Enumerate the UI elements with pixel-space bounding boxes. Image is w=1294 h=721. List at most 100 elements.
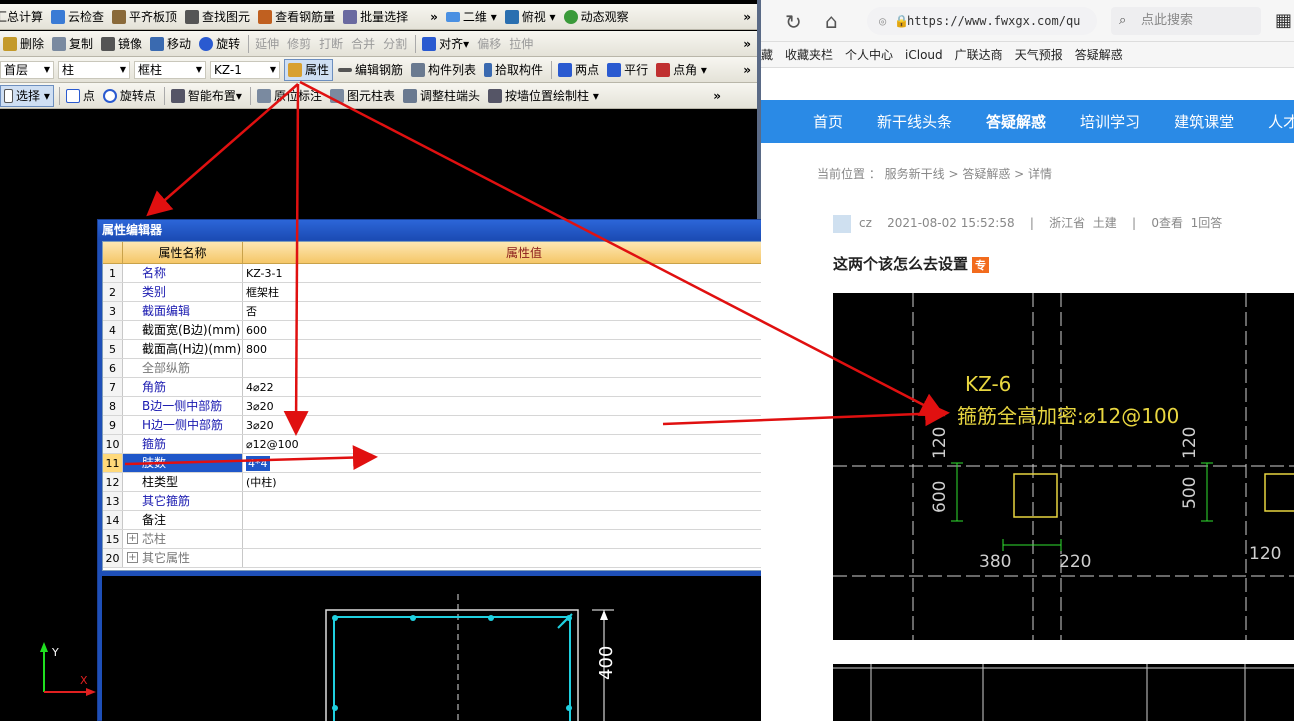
pick-component-button[interactable]: 拾取构件	[481, 59, 546, 81]
reload-icon[interactable]: ↻	[785, 10, 802, 34]
nav-item[interactable]: 新干线头条	[877, 111, 952, 132]
view-angle-dropdown[interactable]: 俯视 ▾	[502, 6, 559, 28]
cloud-check-button[interactable]: 云检查	[48, 6, 107, 28]
component-select[interactable]: KZ-1 ▼	[210, 60, 280, 79]
split-button[interactable]: 分割	[380, 33, 410, 55]
floor-select[interactable]: 首层 ▼	[0, 60, 54, 79]
property-value[interactable]: 3⌀20	[243, 397, 805, 415]
search-box[interactable]: ⌕ 点此搜索	[1111, 7, 1261, 35]
property-value[interactable]: 否	[243, 302, 805, 320]
point-button[interactable]: 点	[63, 85, 98, 107]
property-value[interactable]	[243, 359, 805, 377]
expand-icon[interactable]: +	[127, 533, 138, 544]
bookmark-item[interactable]: 藏	[761, 46, 773, 63]
apps-grid-icon[interactable]: ▦	[1275, 10, 1292, 31]
col-header-name[interactable]: 属性名称	[123, 242, 243, 263]
rotate-button[interactable]: 旋转	[196, 33, 243, 55]
nav-item[interactable]: 建筑课堂	[1174, 111, 1234, 132]
column-table-button[interactable]: 图元柱表	[327, 85, 398, 107]
align-dropdown[interactable]: 对齐 ▾	[419, 33, 472, 55]
bookmark-item[interactable]: iCloud	[905, 48, 943, 62]
flush-top-button[interactable]: 平齐板顶	[109, 6, 180, 28]
toolbar3-overflow[interactable]: »	[743, 63, 751, 77]
property-row[interactable]: 15 + 芯柱	[103, 530, 825, 549]
break-button[interactable]: 打断	[316, 33, 346, 55]
property-row[interactable]: 7 角筋 4⌀22	[103, 378, 825, 397]
property-row[interactable]: 3 截面编辑 否	[103, 302, 825, 321]
origin-mark-button[interactable]: 原位标注	[254, 85, 325, 107]
mirror-button[interactable]: 镜像	[98, 33, 145, 55]
nav-item[interactable]: 首页	[813, 111, 843, 132]
property-row[interactable]: 11 肢数 4*4···	[103, 454, 825, 473]
move-button[interactable]: 移动	[147, 33, 194, 55]
property-value[interactable]: KZ-3-1	[243, 264, 805, 282]
property-row[interactable]: 12 柱类型 (中柱)	[103, 473, 825, 492]
properties-button[interactable]: 属性	[284, 58, 334, 81]
col-header-value[interactable]: 属性值	[243, 242, 805, 263]
property-value[interactable]: 800	[243, 340, 805, 358]
adjust-end-button[interactable]: 调整柱端头	[400, 85, 483, 107]
property-value[interactable]	[243, 530, 805, 548]
trim-button[interactable]: 修剪	[284, 33, 314, 55]
nav-item[interactable]: 培训学习	[1080, 111, 1140, 132]
toolbar2-overflow[interactable]: »	[743, 37, 751, 51]
select-dropdown[interactable]: 选择 ▾	[0, 84, 54, 107]
bookmark-item[interactable]: 收藏夹栏	[785, 46, 833, 63]
bookmark-item[interactable]: 答疑解惑	[1075, 46, 1123, 63]
property-value[interactable]	[243, 549, 805, 567]
offset-button[interactable]: 偏移	[474, 33, 504, 55]
address-bar[interactable]: ◎ 🔒 https://www.fwxgx.com/qu	[867, 7, 1097, 35]
question-image[interactable]: KZ-6 箍筋全高加密:⌀12@100 120 600 380 220 120 …	[833, 293, 1294, 640]
property-value[interactable]	[243, 492, 805, 510]
property-value[interactable]: 600	[243, 321, 805, 339]
property-value[interactable]: 4⌀22	[243, 378, 805, 396]
property-row[interactable]: 5 截面高(H边)(mm) 800	[103, 340, 825, 359]
parallel-button[interactable]: 平行	[604, 59, 651, 81]
property-value[interactable]	[243, 511, 805, 529]
property-row[interactable]: 2 类别 框架柱	[103, 283, 825, 302]
view-mode-dropdown[interactable]: 二维 ▾	[443, 6, 500, 28]
bookmark-item[interactable]: 广联达商	[955, 46, 1003, 63]
smart-layout-dropdown[interactable]: 智能布置 ▾	[168, 85, 245, 107]
property-row[interactable]: 1 名称 KZ-3-1	[103, 264, 825, 283]
dynamic-view-button[interactable]: 动态观察	[561, 6, 632, 28]
property-row[interactable]: 20 + 其它属性	[103, 549, 825, 568]
find-element-button[interactable]: 查找图元	[182, 6, 253, 28]
home-icon[interactable]: ⌂	[825, 9, 838, 33]
property-row[interactable]: 4 截面宽(B边)(mm) 600	[103, 321, 825, 340]
nav-item[interactable]: 人才	[1268, 111, 1294, 132]
stretch-button[interactable]: 拉伸	[506, 33, 536, 55]
bookmark-item[interactable]: 天气预报	[1015, 46, 1063, 63]
property-value[interactable]: (中柱)	[243, 473, 805, 491]
component-list-button[interactable]: 构件列表	[408, 59, 479, 81]
category-select[interactable]: 柱 ▼	[58, 60, 130, 79]
property-row[interactable]: 9 H边一侧中部筋 3⌀20	[103, 416, 825, 435]
summary-calc-button[interactable]: 汇总计算	[0, 6, 46, 28]
copy-button[interactable]: 复制	[49, 33, 96, 55]
property-value[interactable]: 4*4···	[243, 454, 805, 472]
delete-button[interactable]: 删除	[0, 33, 47, 55]
point-angle-dropdown[interactable]: 点角 ▾	[653, 59, 710, 81]
rotate-point-button[interactable]: 旋转点	[100, 85, 159, 107]
property-row[interactable]: 8 B边一侧中部筋 3⌀20	[103, 397, 825, 416]
property-row[interactable]: 10 箍筋 ⌀12@100	[103, 435, 825, 454]
answer-image[interactable]	[833, 664, 1294, 721]
property-row[interactable]: 6 全部纵筋	[103, 359, 825, 378]
two-point-button[interactable]: 两点	[555, 59, 602, 81]
batch-select-button[interactable]: 批量选择	[340, 6, 411, 28]
property-value[interactable]: 3⌀20	[243, 416, 805, 434]
edit-rebar-button[interactable]: 编辑钢筋	[335, 59, 406, 81]
toolbar1-overflow[interactable]: »	[743, 10, 751, 24]
avatar[interactable]	[833, 214, 851, 233]
property-editor-titlebar[interactable]: 属性编辑器 ✕	[98, 220, 828, 240]
merge-button[interactable]: 合并	[348, 33, 378, 55]
property-row[interactable]: 13 其它箍筋	[103, 492, 825, 511]
wall-draw-dropdown[interactable]: 按墙位置绘制柱 ▾	[485, 85, 602, 107]
nav-item[interactable]: 答疑解惑	[986, 111, 1046, 132]
property-value[interactable]: ⌀12@100	[243, 435, 805, 453]
bookmark-item[interactable]: 个人中心	[845, 46, 893, 63]
property-value[interactable]: 框架柱	[243, 283, 805, 301]
type-select[interactable]: 框柱 ▼	[134, 60, 206, 79]
view-rebar-button[interactable]: 查看钢筋量	[255, 6, 338, 28]
toolbar4-overflow[interactable]: »	[713, 89, 721, 103]
